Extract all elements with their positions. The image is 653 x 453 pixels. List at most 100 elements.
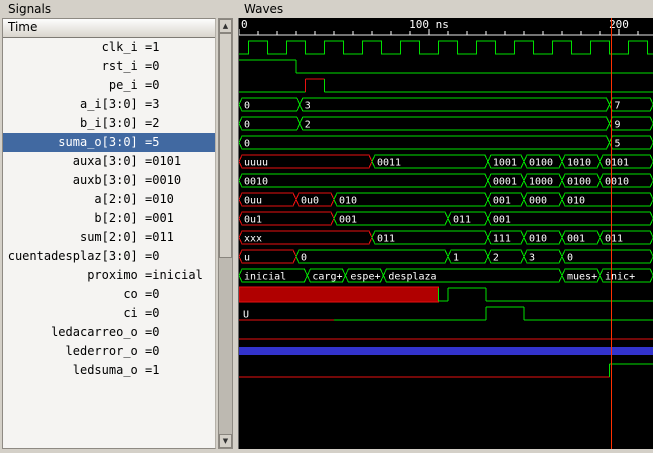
signal-name: cuentadesplaz[3:0]: [3, 247, 145, 266]
signal-value: =1: [145, 38, 215, 57]
wave-value-label: 011: [605, 234, 623, 245]
wave-value-label: 1001: [493, 158, 517, 169]
signal-name: proximo: [3, 266, 145, 285]
signal-row-clk_i[interactable]: clk_i =1: [3, 38, 215, 57]
signal-value: =5: [145, 133, 215, 152]
signal-row-a20[interactable]: a[2:0] =010: [3, 190, 215, 209]
signals-pane-title: Signals: [8, 0, 51, 18]
wave-value-label: carg+: [312, 272, 342, 283]
wave-value-label: espe+: [350, 272, 380, 283]
wave-value-label: 0: [567, 253, 573, 264]
timeline-label: 100 ns: [409, 18, 449, 31]
signal-row-pe_i[interactable]: pe_i =0: [3, 76, 215, 95]
wave-row-lederror_o: [239, 347, 653, 355]
wave-value-label: 001: [493, 215, 511, 226]
wave-row-cuentadesplaz: u01230: [239, 250, 653, 264]
wave-row-sum: xxx011111010001011: [239, 231, 653, 245]
signal-value: =001: [145, 209, 215, 228]
wave-value-label: 1010: [567, 158, 591, 169]
timeline: 0100 ns200: [239, 18, 653, 35]
wave-value-label: 001: [339, 215, 357, 226]
wave-value-label: 000: [529, 196, 547, 207]
wave-value-label: 2: [305, 120, 311, 131]
signal-name: rst_i: [3, 57, 145, 76]
signal-row-ledacarreo_o[interactable]: ledacarreo_o =0: [3, 323, 215, 342]
signal-row-auxb30[interactable]: auxb[3:0] =0010: [3, 171, 215, 190]
wave-canvas[interactable]: 0100 ns20003702905uuuu001110010100101001…: [239, 18, 653, 449]
signal-row-a_i30[interactable]: a_i[3:0] =3: [3, 95, 215, 114]
signal-value: =011: [145, 228, 215, 247]
wave-value-label: 0001: [493, 177, 517, 188]
wave-value-label: 0: [244, 139, 250, 150]
signal-value: =2: [145, 114, 215, 133]
signals-panel: Time clk_i =1rst_i =0pe_i =0a_i[3:0] =3b…: [2, 18, 216, 449]
wave-value-label: 1: [453, 253, 459, 264]
scrollbar-thumb[interactable]: [219, 33, 232, 258]
scroll-up-icon[interactable]: ▲: [219, 19, 232, 33]
signal-name: suma_o[3:0]: [3, 133, 145, 152]
wave-value-label: 0010: [244, 177, 268, 188]
wave-value-label: 0: [244, 101, 250, 112]
signal-row-rst_i[interactable]: rst_i =0: [3, 57, 215, 76]
signal-row-cuentadesplaz30[interactable]: cuentadesplaz[3:0] =0: [3, 247, 215, 266]
wave-value-label: xxx: [244, 234, 262, 245]
signal-row-ledsuma_o[interactable]: ledsuma_o =1: [3, 361, 215, 380]
signal-value: =0: [145, 323, 215, 342]
signal-value: =0: [145, 57, 215, 76]
signal-name: ledacarreo_o: [3, 323, 145, 342]
wave-value-label: 2: [493, 253, 499, 264]
wave-row-rst_i: [239, 60, 653, 73]
wave-row-ledsuma_o: [239, 364, 653, 377]
time-header: Time: [3, 19, 215, 38]
gtkwave-window: { "signals": { "title": "Signals", "head…: [0, 0, 653, 449]
wave-row-b: 0u1001011001: [239, 212, 653, 226]
signal-value: =1: [145, 361, 215, 380]
wave-row-clk_i: [239, 41, 653, 54]
waves-pane-title: Waves: [244, 0, 283, 18]
signal-row-suma_o30[interactable]: suma_o[3:0] =5: [3, 133, 215, 152]
signal-value: =inicial: [145, 266, 215, 285]
wave-row-suma_o: 05: [239, 136, 653, 150]
wave-value-label: 0010: [605, 177, 629, 188]
signal-row-lederror_o[interactable]: lederror_o =0: [3, 342, 215, 361]
wave-row-a_i: 037: [239, 98, 653, 112]
signal-name: co: [3, 285, 145, 304]
wave-value-label: inicial: [244, 272, 286, 283]
scroll-down-icon[interactable]: ▼: [219, 434, 232, 448]
wave-value-label: 0011: [377, 158, 401, 169]
wave-value-label: inic+: [605, 272, 635, 283]
wave-row-pe_i: [239, 79, 653, 92]
signal-row-sum20[interactable]: sum[2:0] =011: [3, 228, 215, 247]
wave-value-label: 0: [244, 120, 250, 131]
wave-value-label: 001: [493, 196, 511, 207]
signal-row-ci[interactable]: ci =0: [3, 304, 215, 323]
signal-name: lederror_o: [3, 342, 145, 361]
signal-name: pe_i: [3, 76, 145, 95]
signals-scrollbar[interactable]: ▲ ▼: [218, 18, 233, 449]
signal-name: auxa[3:0]: [3, 152, 145, 171]
signal-row-b20[interactable]: b[2:0] =001: [3, 209, 215, 228]
signal-value: =0: [145, 247, 215, 266]
waves-panel[interactable]: 0100 ns20003702905uuuu001110010100101001…: [238, 18, 653, 449]
signal-name: a[2:0]: [3, 190, 145, 209]
wave-value-label: desplaza: [388, 272, 436, 283]
signal-name: ledsuma_o: [3, 361, 145, 380]
signals-list: clk_i =1rst_i =0pe_i =0a_i[3:0] =3b_i[3:…: [3, 38, 215, 380]
wave-row-auxb: 00100001100001000010: [239, 174, 653, 188]
signal-row-auxa30[interactable]: auxa[3:0] =0101: [3, 152, 215, 171]
signal-name: auxb[3:0]: [3, 171, 145, 190]
signal-row-b_i30[interactable]: b_i[3:0] =2: [3, 114, 215, 133]
signal-name: ci: [3, 304, 145, 323]
wave-row-proximo: inicialcarg+espe+desplazamues+inic+: [239, 269, 653, 283]
signal-row-proximo[interactable]: proximo =inicial: [3, 266, 215, 285]
signal-value: =0: [145, 304, 215, 323]
wave-value-label: 3: [305, 101, 311, 112]
wave-value-label: 1000: [529, 177, 553, 188]
wave-value-label: 0101: [605, 158, 629, 169]
wave-value-label: u: [244, 253, 250, 264]
signal-value: =0: [145, 76, 215, 95]
wave-row-auxa: uuuu00111001010010100101: [239, 155, 653, 169]
wave-value-label: uuuu: [244, 158, 268, 169]
signal-row-co[interactable]: co =0: [3, 285, 215, 304]
signal-value: =0: [145, 285, 215, 304]
